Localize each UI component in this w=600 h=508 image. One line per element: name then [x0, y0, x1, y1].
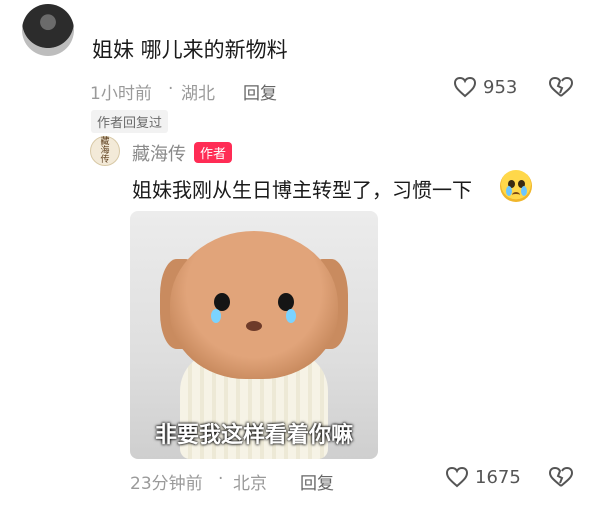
like-count: 953: [483, 76, 518, 98]
meta-separator: ·: [168, 79, 174, 99]
heart-icon: [445, 466, 469, 488]
image-caption: 非要我这样看着你嘛: [154, 423, 353, 448]
reply-button[interactable]: 回复: [300, 469, 334, 494]
reply-text: 姐妹我刚从生日博主转型了，习惯一下: [132, 178, 472, 202]
dislike-button[interactable]: [548, 76, 574, 102]
comment-time: 1小时前: [90, 84, 152, 104]
dog-head: [170, 231, 338, 379]
dog-tear-right: [286, 309, 296, 323]
like-count: 1675: [475, 466, 521, 488]
like-button[interactable]: 953: [453, 76, 517, 98]
broken-heart-icon: [548, 76, 574, 97]
like-button[interactable]: 1675: [445, 466, 521, 488]
comment-location: 湖北: [181, 84, 215, 104]
author-avatar-text: 藏海传: [100, 136, 110, 165]
reply-image[interactable]: 非要我这样看着你嘛: [130, 211, 378, 459]
reply-button[interactable]: 回复: [243, 79, 277, 104]
dislike-button[interactable]: [548, 466, 574, 492]
broken-heart-icon: [548, 466, 574, 487]
heart-icon: [453, 76, 477, 98]
reply-location: 北京: [233, 474, 267, 494]
meta-separator: ·: [218, 469, 224, 489]
author-avatar[interactable]: 藏海传: [90, 136, 120, 166]
avatar[interactable]: [22, 4, 74, 56]
reply-time: 23分钟前: [130, 474, 203, 494]
comment-text: 姐妹 哪儿来的新物料: [92, 38, 288, 62]
author-name[interactable]: 藏海传: [132, 140, 186, 166]
author-badge: 作者: [194, 142, 233, 163]
crying-face-icon: [500, 170, 532, 202]
dog-nose: [246, 321, 262, 331]
author-replied-tag: 作者回复过: [91, 110, 169, 133]
dog-tear-left: [211, 309, 221, 323]
